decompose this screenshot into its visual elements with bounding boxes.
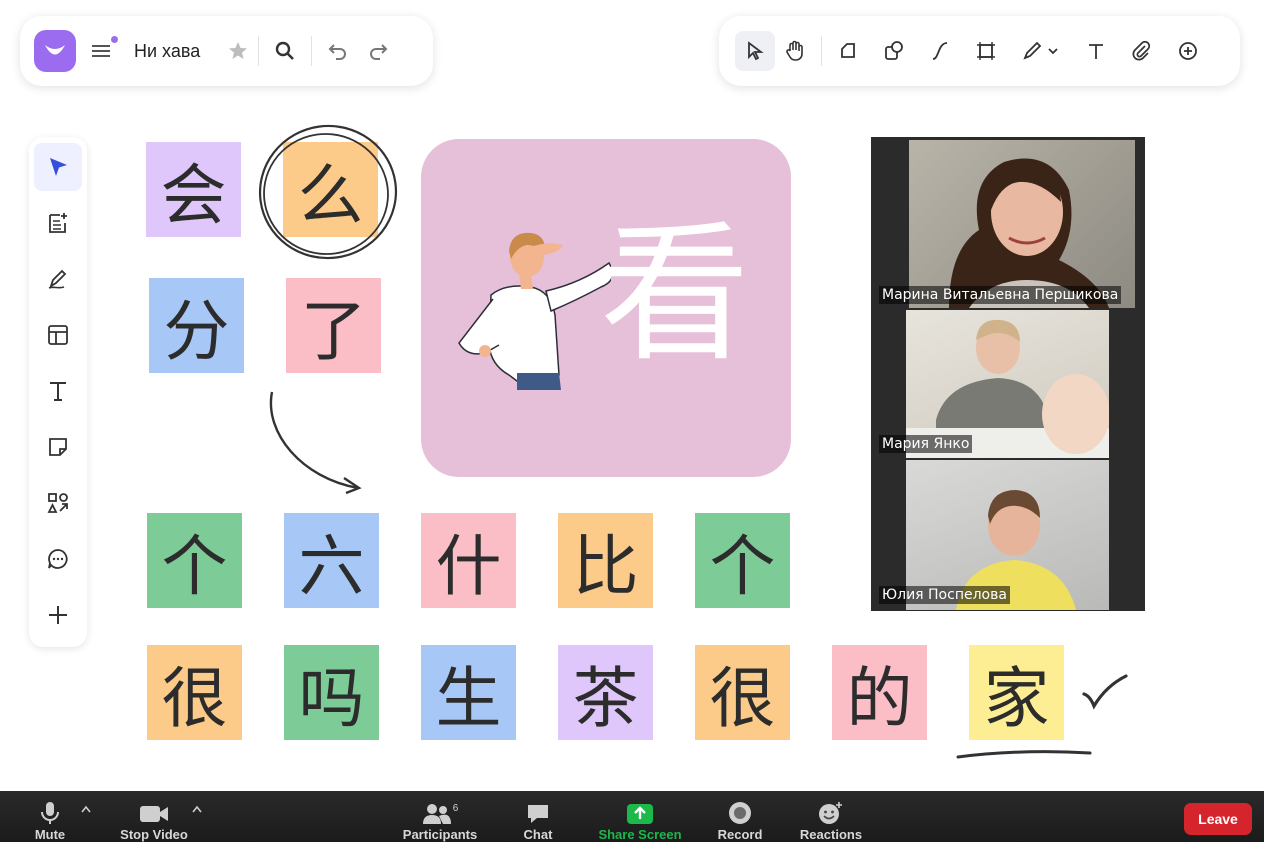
participants-icon — [422, 804, 451, 824]
select-cursor-icon[interactable] — [735, 31, 775, 71]
divider — [311, 36, 313, 66]
character-tile[interactable]: 个 — [147, 513, 242, 608]
board-toolbar: Ни хава — [20, 16, 433, 86]
mute-options-caret[interactable] — [78, 791, 94, 857]
drawn-checkmark-icon — [1082, 674, 1128, 710]
attachment-icon[interactable] — [1130, 39, 1154, 63]
star-icon[interactable] — [226, 39, 250, 63]
divider — [258, 36, 260, 66]
character-tile[interactable]: 比 — [558, 513, 653, 608]
share-screen-icon — [627, 804, 653, 824]
video-camera-icon — [140, 806, 168, 822]
character-tile[interactable]: 分 — [149, 278, 244, 373]
app-logo-icon[interactable] — [34, 30, 76, 72]
person-looking-illustration — [458, 232, 611, 390]
leave-button[interactable]: Leave — [1184, 803, 1252, 835]
participant-video[interactable] — [909, 140, 1135, 308]
character-tile[interactable]: 生 — [421, 645, 516, 740]
character-tile[interactable]: 家 — [969, 645, 1064, 740]
hand-icon[interactable] — [783, 39, 807, 63]
character-tile[interactable]: 会 — [146, 142, 241, 237]
shapes-tool-icon[interactable] — [34, 479, 82, 527]
select-tool-icon[interactable] — [34, 143, 82, 191]
participant-avatar-image — [949, 158, 1109, 308]
drawn-arrow-annotation — [269, 391, 362, 495]
connector-line-icon[interactable] — [928, 39, 952, 63]
add-circle-icon[interactable] — [1176, 39, 1200, 63]
record-button[interactable]: Record — [712, 791, 768, 843]
template-icon[interactable] — [34, 311, 82, 359]
video-panel: Марина Витальевна Першикова Мария Янко Ю… — [871, 137, 1145, 611]
character-tile[interactable]: 六 — [284, 513, 379, 608]
character-tile[interactable]: 吗 — [284, 645, 379, 740]
chevron-up-icon — [81, 805, 91, 813]
participants-count: 6 — [452, 803, 459, 814]
search-icon[interactable] — [273, 39, 297, 63]
redo-icon[interactable] — [366, 39, 390, 63]
record-icon — [729, 802, 751, 824]
plus-icon[interactable] — [34, 591, 82, 639]
participant-name: Мария Янко — [879, 435, 973, 453]
chevron-up-icon — [192, 805, 202, 813]
participant-name: Марина Витальевна Першикова — [879, 286, 1122, 304]
sticky-note-icon[interactable] — [34, 423, 82, 471]
add-note-icon[interactable] — [34, 199, 82, 247]
pen-dropdown-icon[interactable] — [1020, 39, 1064, 63]
chat-bubble-icon — [528, 805, 548, 823]
eraser-icon[interactable] — [836, 39, 860, 63]
stop-video-button[interactable]: Stop Video — [114, 791, 194, 843]
character-tile[interactable]: 的 — [832, 645, 927, 740]
reactions-button[interactable]: Reactions — [796, 791, 866, 843]
character-tile[interactable]: 很 — [147, 645, 242, 740]
drawn-circle-annotation — [258, 124, 398, 260]
pen-tool-icon[interactable] — [34, 255, 82, 303]
character-tile[interactable]: 了 — [286, 278, 381, 373]
participant-name: Юлия Поспелова — [879, 586, 1010, 604]
drawing-toolbar — [719, 16, 1240, 86]
drawn-underline-annotation — [956, 750, 1092, 759]
shapes-icon[interactable] — [882, 39, 906, 63]
notification-dot-icon — [111, 36, 118, 43]
chat-button[interactable]: Chat — [515, 791, 561, 843]
video-options-caret[interactable] — [189, 791, 205, 857]
character-tile[interactable]: 很 — [695, 645, 790, 740]
share-screen-button[interactable]: Share Screen — [592, 791, 688, 843]
text-icon[interactable] — [1084, 39, 1108, 63]
character-tile[interactable]: 茶 — [558, 645, 653, 740]
mute-button[interactable]: Mute — [22, 791, 78, 843]
comment-icon[interactable] — [34, 535, 82, 583]
left-toolbar — [29, 137, 87, 647]
meeting-controls-bar: Mute Stop Video 6 Participants Chat Shar… — [0, 791, 1264, 842]
divider — [821, 36, 822, 66]
reactions-smiley-icon — [819, 802, 842, 824]
character-tile[interactable]: 什 — [421, 513, 516, 608]
board-title[interactable]: Ни хава — [134, 41, 200, 62]
undo-icon[interactable] — [326, 39, 350, 63]
frame-icon[interactable] — [974, 39, 998, 63]
text-tool-icon[interactable] — [34, 367, 82, 415]
menu-icon[interactable] — [90, 36, 118, 63]
participants-button[interactable]: 6 Participants — [396, 791, 484, 843]
microphone-icon — [41, 802, 59, 824]
big-character: 看 — [600, 208, 751, 382]
character-tile[interactable]: 个 — [695, 513, 790, 608]
